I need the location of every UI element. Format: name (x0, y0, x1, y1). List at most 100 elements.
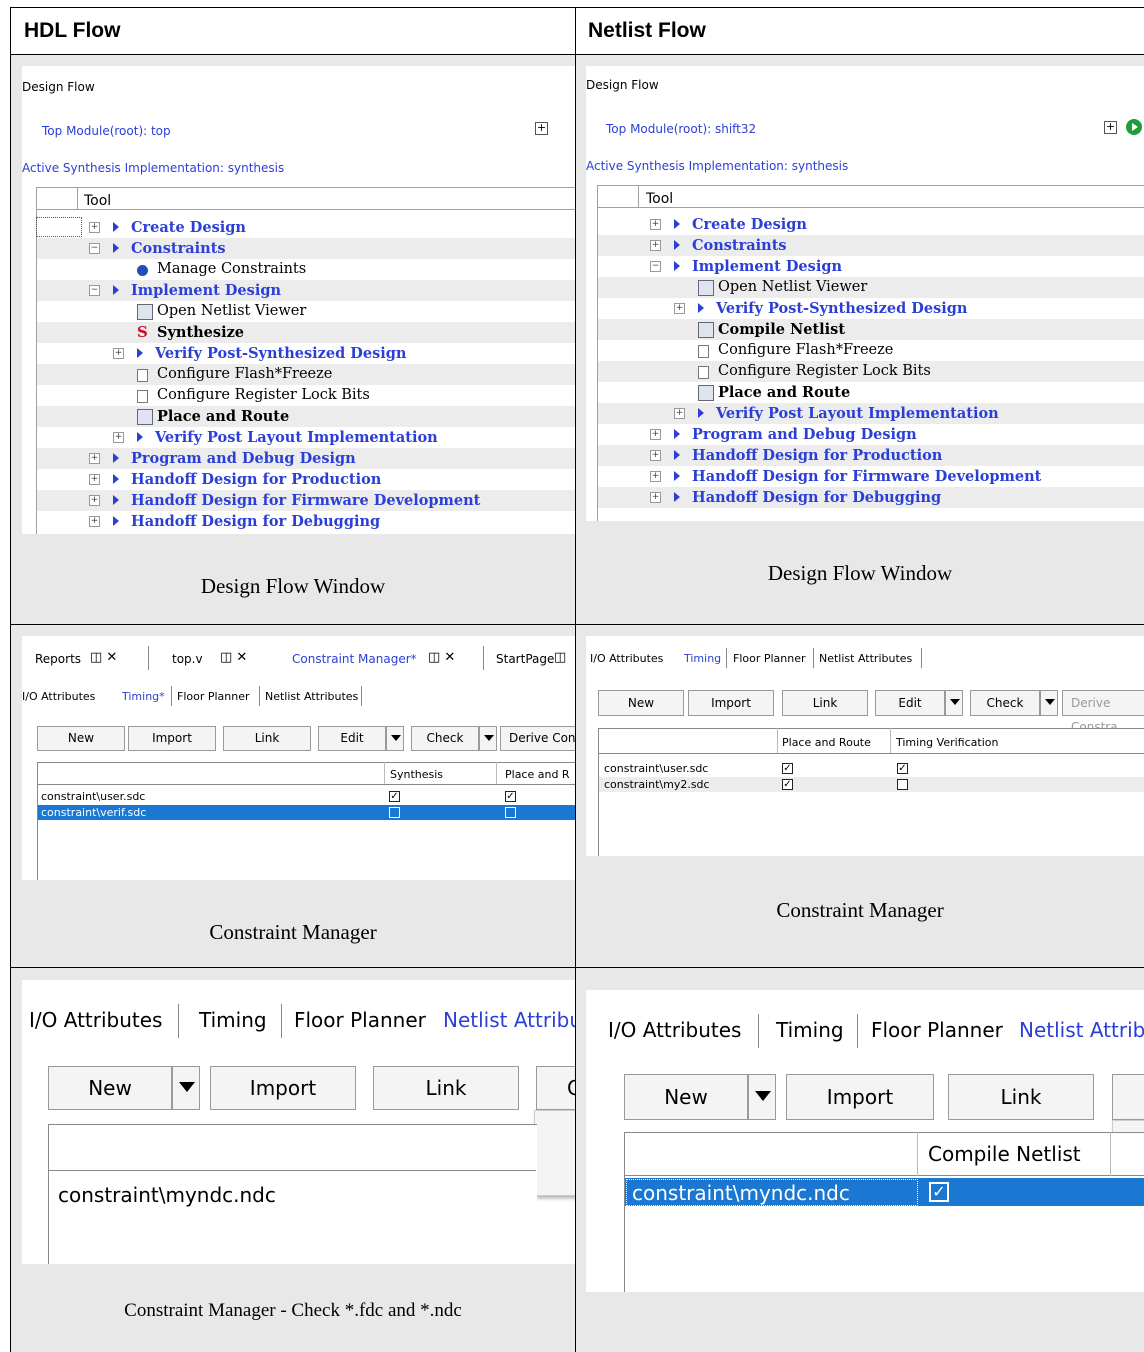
collapse-icon[interactable]: − (650, 261, 661, 272)
tab-floor-planner[interactable]: Floor Planner (294, 1008, 426, 1032)
tree-item[interactable]: Manage Constraints (37, 259, 575, 280)
tree-item[interactable]: Open Netlist Viewer (37, 301, 575, 322)
expand-icon[interactable]: + (674, 408, 685, 419)
tab-timing[interactable]: Timing (684, 652, 721, 665)
collapse-icon[interactable]: − (89, 285, 100, 296)
doc-tab-reports[interactable]: Reports (35, 652, 81, 666)
derive-constraints-button[interactable]: Derive Constra (1062, 690, 1144, 734)
table-row[interactable]: constraint\user.sdc (604, 762, 708, 775)
tree-item[interactable]: + Handoff Design for Firmware Development (37, 490, 575, 511)
tree-item[interactable]: + Handoff Design for Firmware Development (598, 466, 1144, 487)
expand-icon[interactable]: + (113, 432, 124, 443)
tree-item[interactable]: + Verify Post-Synthesized Design (598, 298, 1144, 319)
pin-icon[interactable]: ◫ ✕ (220, 650, 247, 665)
link-button[interactable]: Link (948, 1074, 1094, 1120)
doc-tab-constraint-manager[interactable]: Constraint Manager* (292, 652, 417, 666)
tree-item[interactable]: + Program and Debug Design (37, 448, 575, 469)
expand-icon[interactable]: + (650, 450, 661, 461)
import-button[interactable]: Import (786, 1074, 934, 1120)
import-button[interactable]: Import (128, 726, 216, 751)
timing-verification-checkbox[interactable]: ✓ (897, 763, 908, 774)
tree-item[interactable]: + Constraints (598, 235, 1144, 256)
table-row[interactable]: constraint\user.sdc (41, 790, 145, 803)
tab-io-attributes[interactable]: I/O Attributes (22, 690, 95, 703)
tab-netlist-attributes[interactable]: Netlist Attribu (443, 1008, 575, 1032)
tree-item[interactable]: Configure Flash*Freeze (598, 340, 1144, 361)
tab-netlist-attributes[interactable]: Netlist Attributes (819, 652, 912, 665)
link-button[interactable]: Link (373, 1066, 519, 1110)
tab-io-attributes[interactable]: I/O Attributes (29, 1008, 162, 1032)
tree-item[interactable]: Open Netlist Viewer (598, 277, 1144, 298)
tree-item[interactable]: + Create Design (598, 214, 1144, 235)
edit-dropdown-button[interactable] (945, 690, 963, 716)
tree-item[interactable]: + Verify Post Layout Implementation (598, 403, 1144, 424)
tab-timing[interactable]: Timing* (122, 690, 165, 703)
expand-icon[interactable]: + (650, 429, 661, 440)
tree-item[interactable]: + Handoff Design for Debugging (598, 487, 1144, 508)
pin-icon[interactable]: ◫ ✕ (428, 650, 455, 665)
tree-item[interactable]: Configure Register Lock Bits (598, 361, 1144, 382)
expand-icon[interactable]: + (89, 495, 100, 506)
new-dropdown-button[interactable] (748, 1074, 776, 1120)
tab-netlist-attributes[interactable]: Netlist Attribu (1019, 1018, 1144, 1042)
table-row[interactable]: constraint\my2.sdc (604, 778, 710, 791)
tree-item[interactable]: S Synthesize (37, 322, 575, 343)
doc-tab-startpage[interactable]: StartPage (496, 652, 554, 666)
run-icon[interactable] (1126, 119, 1142, 135)
expand-icon[interactable]: + (650, 240, 661, 251)
tree-item[interactable]: + Handoff Design for Production (598, 445, 1144, 466)
tree-item[interactable]: − Implement Design (37, 280, 575, 301)
check-dropdown-button[interactable] (479, 726, 497, 751)
check-button[interactable]: Check (411, 726, 479, 751)
tree-item[interactable]: Configure Register Lock Bits (37, 385, 575, 406)
place-route-checkbox[interactable] (505, 807, 516, 818)
tab-timing[interactable]: Timing (776, 1018, 844, 1042)
derive-constraints-button[interactable]: Derive Cons (500, 726, 575, 751)
tab-netlist-attributes[interactable]: Netlist Attributes (265, 690, 358, 703)
expand-icon[interactable]: + (650, 219, 661, 230)
collapse-icon[interactable]: − (89, 243, 100, 254)
check-button[interactable]: C (536, 1066, 575, 1110)
tree-item[interactable]: Configure Flash*Freeze (37, 364, 575, 385)
tree-item[interactable]: + Handoff Design for Production (37, 469, 575, 490)
expand-icon[interactable]: + (89, 453, 100, 464)
expand-icon[interactable]: + (89, 222, 100, 233)
place-route-checkbox[interactable]: ✓ (505, 791, 516, 802)
edit-button[interactable]: Edit (318, 726, 386, 751)
import-button[interactable]: Import (688, 690, 774, 716)
tree-item[interactable]: + Verify Post Layout Implementation (37, 427, 575, 448)
tree-item[interactable]: + Create Design (37, 217, 575, 238)
doc-tab-top-v[interactable]: top.v (172, 652, 203, 666)
new-dropdown-button[interactable] (172, 1066, 200, 1110)
tree-item[interactable]: Compile Netlist (598, 319, 1144, 340)
tree-item[interactable]: − Implement Design (598, 256, 1144, 277)
expand-all-icon[interactable]: + (535, 122, 548, 135)
place-route-checkbox[interactable]: ✓ (782, 763, 793, 774)
synthesis-checkbox[interactable] (389, 807, 400, 818)
link-button[interactable]: Link (223, 726, 311, 751)
expand-icon[interactable]: + (650, 471, 661, 482)
new-button[interactable]: New (624, 1074, 748, 1120)
check-button-partial[interactable] (1112, 1074, 1144, 1120)
edit-dropdown-button[interactable] (386, 726, 404, 751)
edit-button[interactable]: Edit (875, 690, 945, 716)
tree-item[interactable]: − Constraints (37, 238, 575, 259)
table-row[interactable]: constraint\myndc.ndc (58, 1183, 276, 1207)
pin-icon[interactable]: ◫ (554, 650, 566, 665)
tab-io-attributes[interactable]: I/O Attributes (590, 652, 663, 665)
synthesis-checkbox[interactable]: ✓ (389, 791, 400, 802)
new-button[interactable]: New (598, 690, 684, 716)
tab-timing[interactable]: Timing (199, 1008, 267, 1032)
tab-floor-planner[interactable]: Floor Planner (177, 690, 250, 703)
import-button[interactable]: Import (210, 1066, 356, 1110)
tree-item[interactable]: Place and Route (598, 382, 1144, 403)
link-button[interactable]: Link (782, 690, 868, 716)
tab-floor-planner[interactable]: Floor Planner (871, 1018, 1003, 1042)
expand-icon[interactable]: + (89, 474, 100, 485)
compile-netlist-checkbox[interactable]: ✓ (929, 1182, 949, 1202)
pin-icon[interactable]: ◫ ✕ (90, 650, 117, 665)
new-button[interactable]: New (37, 726, 125, 751)
new-button[interactable]: New (48, 1066, 172, 1110)
check-dropdown-button[interactable] (1040, 690, 1058, 716)
expand-all-icon[interactable]: + (1104, 121, 1117, 134)
